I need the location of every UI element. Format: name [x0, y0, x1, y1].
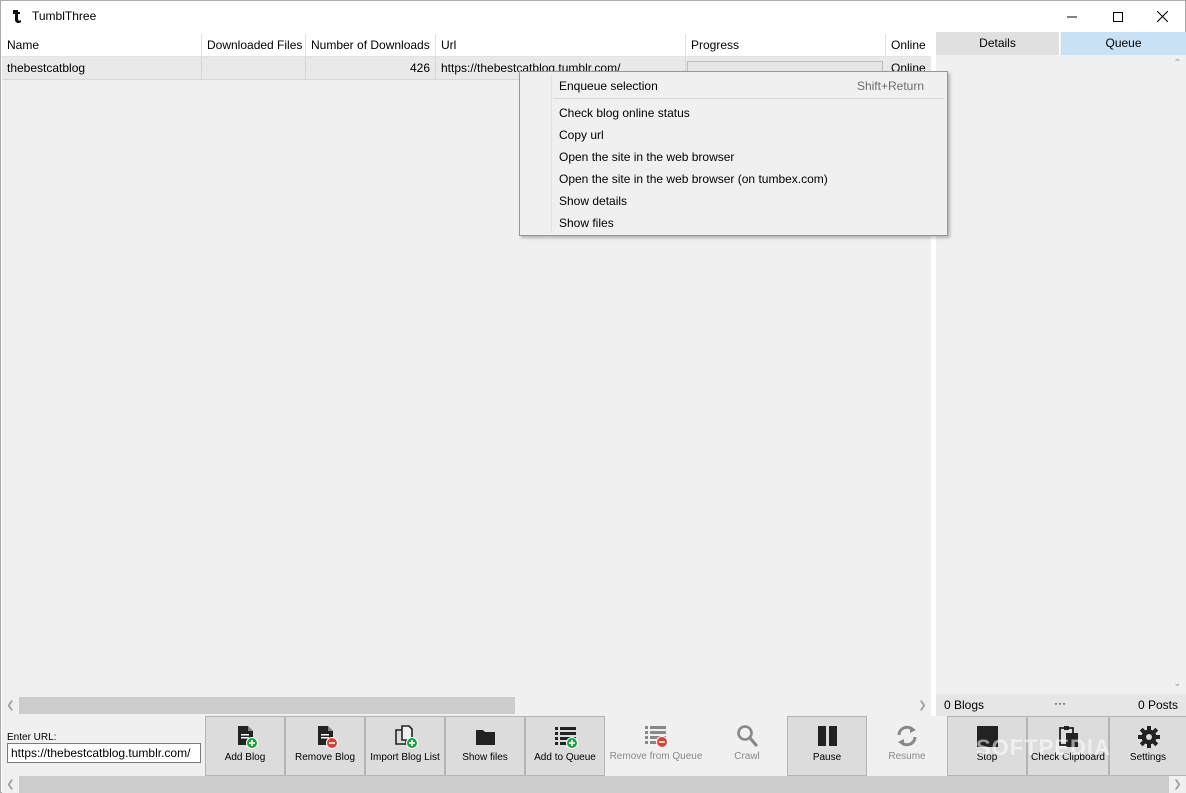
import-list-icon	[395, 725, 418, 749]
menu-separator	[553, 98, 944, 99]
window-title: TumblThree	[32, 9, 97, 23]
add-to-queue-label: Add to Queue	[534, 752, 596, 763]
add-blog-icon	[238, 726, 258, 749]
settings-button[interactable]: Settings	[1109, 716, 1186, 776]
cell-name: thebestcatblog	[2, 57, 202, 80]
maximize-button[interactable]	[1095, 1, 1141, 32]
import-blog-list-label: Import Blog List	[370, 752, 440, 763]
add-queue-icon	[555, 727, 578, 749]
title-bar: TumblThree	[1, 1, 1185, 32]
scroll-down-arrow-icon[interactable]: ⌄	[1169, 675, 1186, 692]
scroll-left-arrow-icon[interactable]: ❮	[2, 697, 19, 714]
remove-from-queue-label: Remove from Queue	[609, 751, 703, 762]
remove-blog-button[interactable]: Remove Blog	[285, 716, 365, 776]
remove-blog-label: Remove Blog	[294, 752, 356, 763]
remove-queue-icon	[645, 726, 668, 748]
window-horizontal-scrollbar[interactable]: ❮ ❯	[2, 776, 1186, 793]
menu-item-label: Show files	[559, 216, 614, 230]
refresh-icon	[897, 725, 917, 747]
resume-button[interactable]: Resume	[867, 716, 947, 776]
more-icon[interactable]: ···	[1054, 696, 1066, 710]
pause-button[interactable]: Pause	[787, 716, 867, 776]
app-window: TumblThree Name Downloaded Files Number …	[0, 0, 1186, 793]
remove-blog-icon	[318, 726, 338, 749]
right-panel: Details Queue ⌃ ⌄ 0 Blogs ··· 0 Posts	[936, 32, 1186, 716]
scroll-left-arrow-icon[interactable]: ❮	[2, 776, 19, 793]
pause-label: Pause	[812, 752, 842, 763]
menu-item-shortcut: Shift+Return	[856, 79, 924, 93]
scroll-right-arrow-icon[interactable]: ❯	[914, 697, 931, 714]
menu-item-show-details[interactable]: Show details	[522, 190, 945, 212]
cell-downloaded-files	[202, 57, 306, 80]
column-header-number-of-downloads[interactable]: Number of Downloads	[306, 34, 436, 57]
menu-item-label: Copy url	[559, 128, 604, 142]
queue-status-bar: 0 Blogs ··· 0 Posts	[936, 694, 1186, 716]
folder-icon	[476, 730, 495, 745]
tab-details[interactable]: Details	[936, 32, 1060, 55]
scroll-up-arrow-icon[interactable]: ⌃	[1169, 55, 1186, 72]
add-blog-button[interactable]: Add Blog	[205, 716, 285, 776]
menu-item-show-files[interactable]: Show files	[522, 212, 945, 234]
blogs-count: 0 Blogs	[944, 698, 985, 712]
minimize-icon	[1067, 16, 1077, 17]
column-header-downloaded-files[interactable]: Downloaded Files	[202, 34, 306, 57]
remove-from-queue-button[interactable]: Remove from Queue	[605, 716, 707, 776]
scroll-right-arrow-icon[interactable]: ❯	[1169, 776, 1186, 793]
menu-item-copy-url[interactable]: Copy url	[522, 124, 945, 146]
cell-number-of-downloads: 426	[306, 57, 436, 80]
tab-queue[interactable]: Queue	[1061, 32, 1186, 55]
crawl-button[interactable]: Crawl	[707, 716, 787, 776]
column-header-online[interactable]: Online	[886, 34, 931, 57]
grid-scroll-thumb[interactable]	[19, 697, 515, 714]
search-icon	[737, 725, 758, 747]
menu-item-label: Enqueue selection	[559, 79, 658, 93]
queue-list: ⌃ ⌄	[936, 55, 1186, 694]
show-files-button[interactable]: Show files	[445, 716, 525, 776]
context-menu: Enqueue selection Shift+Return Check blo…	[519, 71, 948, 236]
app-logo-icon	[13, 10, 21, 24]
menu-item-label: Open the site in the web browser (on tum…	[559, 172, 828, 186]
menu-item-check-online-status[interactable]: Check blog online status	[522, 102, 945, 124]
menu-item-open-in-browser[interactable]: Open the site in the web browser	[522, 146, 945, 168]
resume-label: Resume	[888, 751, 926, 762]
window-scroll-thumb[interactable]	[19, 776, 1169, 793]
import-blog-list-button[interactable]: Import Blog List	[365, 716, 445, 776]
softpedia-watermark: SOFTPEDIA	[976, 735, 1111, 760]
close-button[interactable]	[1139, 1, 1185, 32]
show-files-label: Show files	[462, 752, 508, 763]
maximize-icon	[1113, 11, 1123, 22]
add-to-queue-button[interactable]: Add to Queue	[525, 716, 605, 776]
close-icon	[1156, 11, 1168, 22]
menu-item-open-on-tumbex[interactable]: Open the site in the web browser (on tum…	[522, 168, 945, 190]
crawl-label: Crawl	[734, 751, 760, 762]
gear-icon	[1138, 726, 1160, 748]
grid-horizontal-scrollbar[interactable]: ❮ ❯	[2, 697, 931, 714]
menu-item-enqueue-selection[interactable]: Enqueue selection Shift+Return	[522, 75, 945, 97]
column-header-url[interactable]: Url	[436, 34, 686, 57]
add-blog-label: Add Blog	[224, 752, 266, 763]
posts-count: 0 Posts	[1137, 698, 1178, 712]
pause-icon	[818, 726, 837, 746]
url-input[interactable]	[7, 743, 201, 763]
grid-header: Name Downloaded Files Number of Download…	[2, 34, 931, 57]
column-header-name[interactable]: Name	[2, 34, 202, 57]
menu-item-label: Open the site in the web browser	[559, 150, 735, 164]
column-header-progress[interactable]: Progress	[686, 34, 886, 57]
menu-item-label: Show details	[559, 194, 628, 208]
minimize-button[interactable]	[1049, 1, 1095, 32]
url-label: Enter URL:	[7, 732, 57, 743]
menu-item-label: Check blog online status	[559, 106, 690, 120]
settings-label: Settings	[1129, 752, 1167, 763]
